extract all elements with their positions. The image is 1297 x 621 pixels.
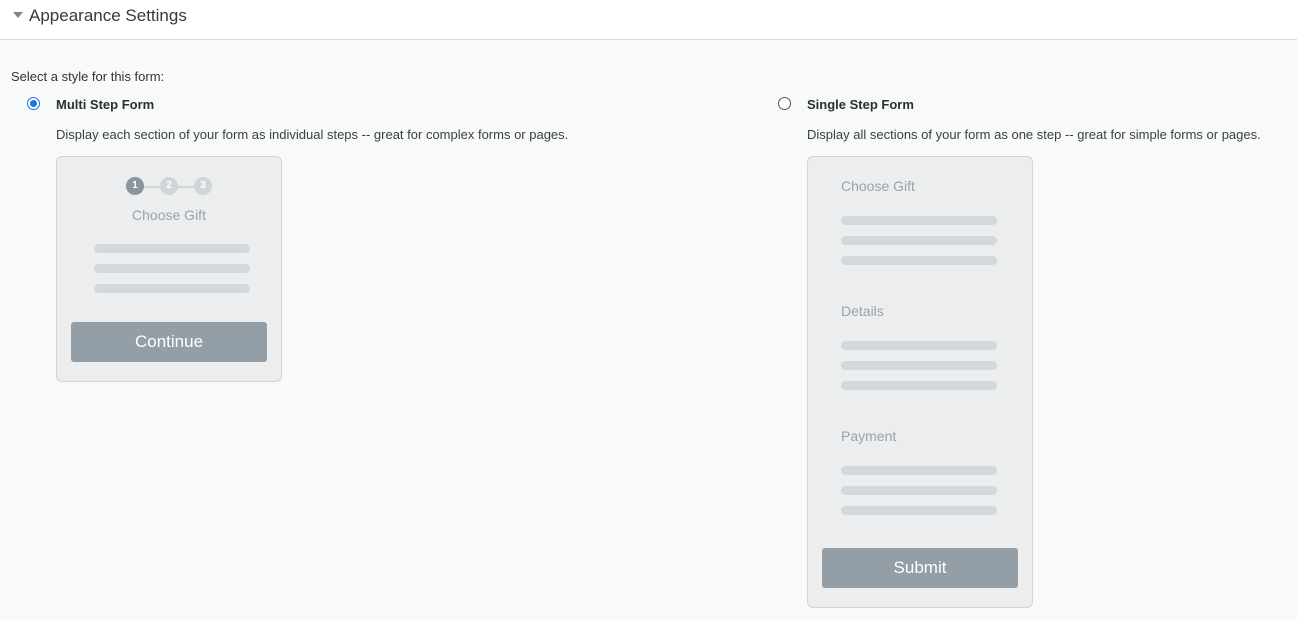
- placeholder-line: [841, 486, 997, 495]
- preview-submit-button: Submit: [822, 548, 1018, 588]
- placeholder-line: [841, 361, 997, 370]
- placeholder-line: [841, 341, 997, 350]
- caret-down-icon[interactable]: [13, 12, 23, 18]
- placeholder-line: [841, 506, 997, 515]
- single-step-label[interactable]: Single Step Form: [807, 97, 914, 112]
- single-step-preview[interactable]: Choose Gift Details Payment Submit: [807, 156, 1033, 608]
- step-indicator-3: 3: [194, 177, 212, 195]
- placeholder-line: [841, 236, 997, 245]
- placeholder-line: [94, 264, 250, 273]
- step-indicator-1: 1: [126, 177, 144, 195]
- preview-section-heading: Details: [841, 303, 884, 319]
- single-step-radio[interactable]: [778, 97, 791, 110]
- step-indicator-2: 2: [160, 177, 178, 195]
- placeholder-line: [841, 256, 997, 265]
- multi-step-description: Display each section of your form as ind…: [56, 127, 569, 142]
- placeholder-line: [94, 284, 250, 293]
- preview-continue-button: Continue: [71, 322, 267, 362]
- placeholder-line: [841, 381, 997, 390]
- preview-heading: Choose Gift: [132, 207, 206, 223]
- multi-step-label[interactable]: Multi Step Form: [56, 97, 154, 112]
- multi-step-preview[interactable]: 1 2 3 Choose Gift Continue: [56, 156, 282, 382]
- preview-section-heading: Payment: [841, 428, 897, 444]
- preview-section-heading: Choose Gift: [841, 178, 915, 194]
- placeholder-line: [841, 466, 997, 475]
- section-title: Appearance Settings: [29, 6, 187, 25]
- style-prompt: Select a style for this form:: [11, 69, 165, 84]
- placeholder-line: [94, 244, 250, 253]
- placeholder-line: [841, 216, 997, 225]
- single-step-description: Display all sections of your form as one…: [807, 127, 1261, 142]
- section-header[interactable]: Appearance Settings: [0, 0, 1297, 40]
- multi-step-radio[interactable]: [27, 97, 40, 110]
